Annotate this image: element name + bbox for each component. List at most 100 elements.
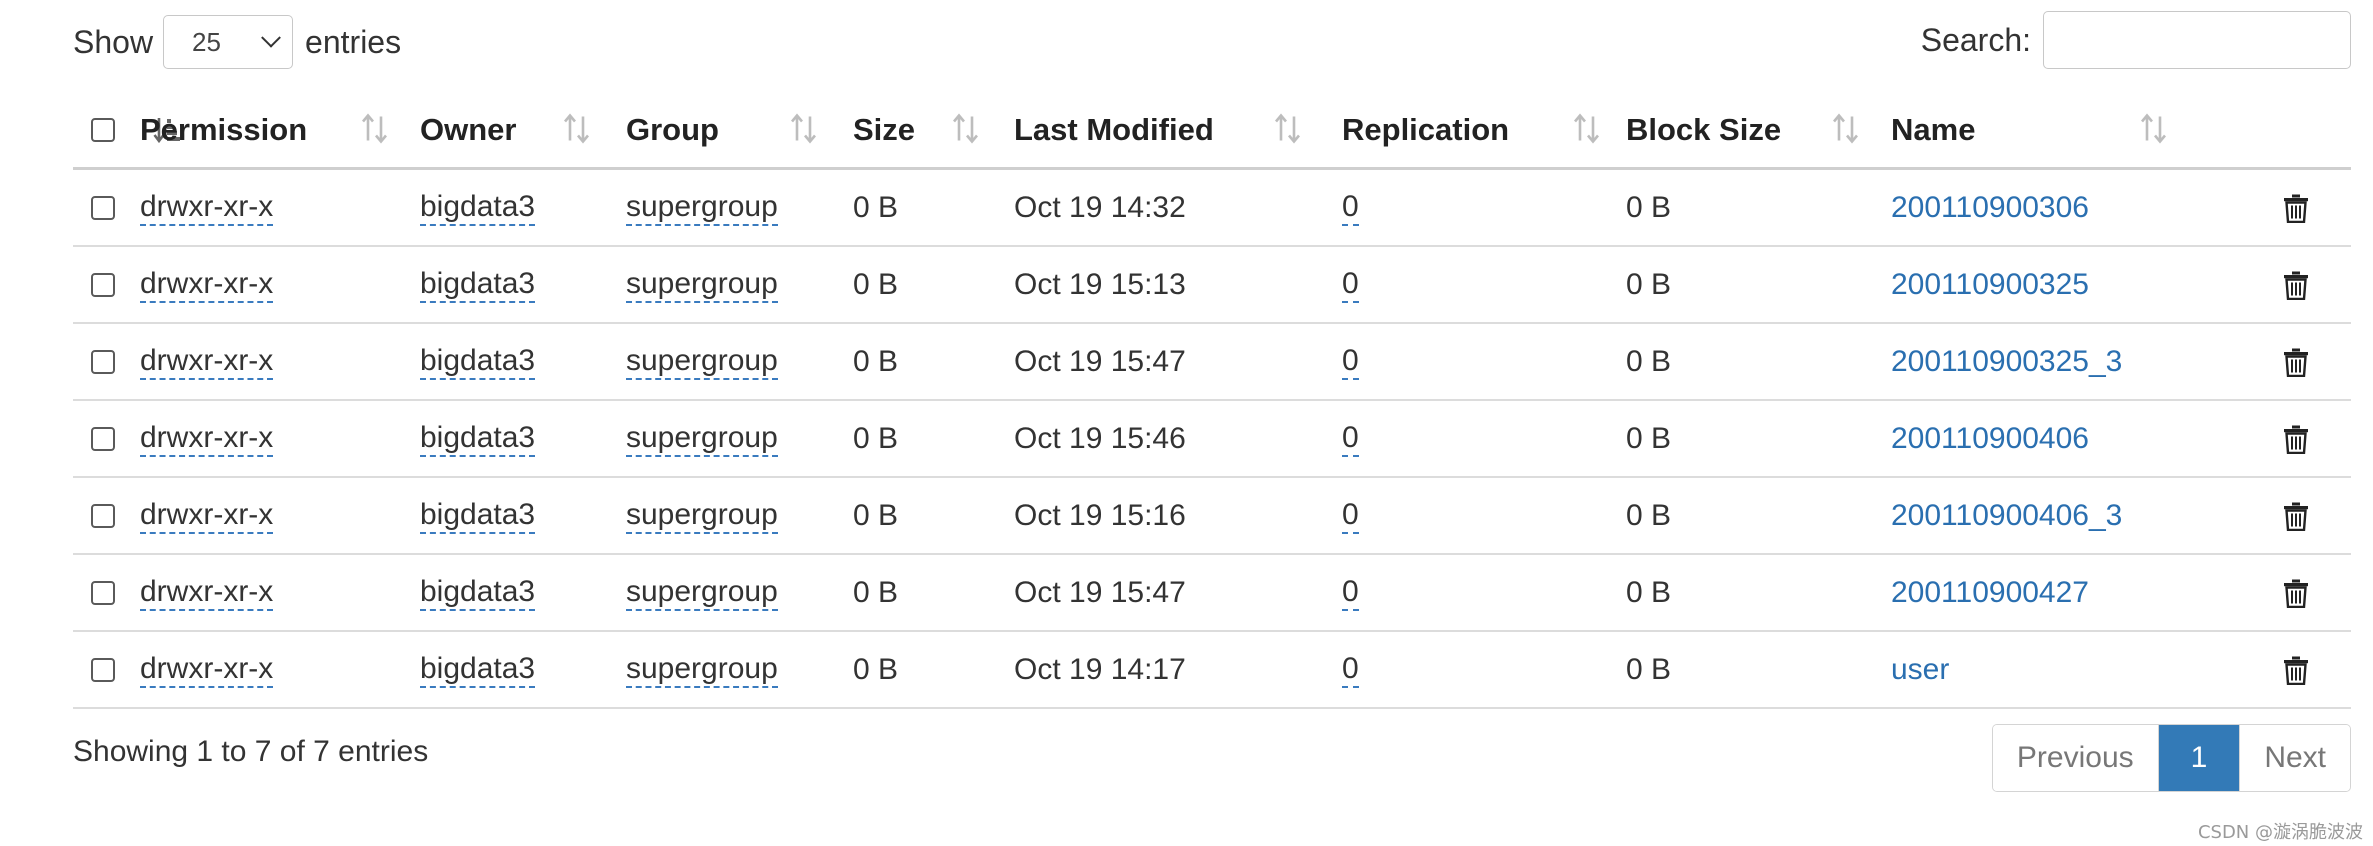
owner-editable[interactable]: bigdata3 xyxy=(420,652,536,688)
row-checkbox[interactable] xyxy=(91,426,115,451)
owner-editable[interactable]: bigdata3 xyxy=(420,190,536,226)
cell-block-size: 0 B xyxy=(1626,247,1671,322)
row-checkbox[interactable] xyxy=(91,195,115,220)
replication-editable[interactable]: 0 xyxy=(1342,652,1359,688)
block-size-value: 0 B xyxy=(1626,267,1672,301)
column-header-owner[interactable]: Owner xyxy=(420,93,516,167)
group-editable[interactable]: supergroup xyxy=(626,652,778,688)
column-header-last-modified[interactable]: Last Modified xyxy=(1014,93,1214,167)
select-all-checkbox[interactable] xyxy=(91,118,115,142)
file-name-link[interactable]: 200110900406 xyxy=(1891,422,2089,456)
cell-size: 0 B xyxy=(853,170,898,245)
entries-per-page-select[interactable]: 25 xyxy=(163,15,294,69)
file-name-link[interactable]: 200110900325 xyxy=(1891,268,2089,302)
file-name-link[interactable]: 200110900427 xyxy=(1891,576,2089,610)
block-size-value: 0 B xyxy=(1626,575,1672,609)
replication-editable[interactable]: 0 xyxy=(1342,498,1359,534)
file-name-link[interactable]: 200110900406_3 xyxy=(1891,499,2122,533)
sort-arrows-icon[interactable] xyxy=(563,113,591,144)
trash-icon[interactable] xyxy=(2283,324,2309,399)
page-1-button[interactable]: 1 xyxy=(2157,725,2240,791)
file-name-link[interactable]: user xyxy=(1891,653,1949,687)
search-control: Search: xyxy=(1921,10,2351,70)
previous-page-button[interactable]: Previous xyxy=(1992,725,2158,791)
length-control: Show 25 entries xyxy=(73,12,401,72)
column-header-group[interactable]: Group xyxy=(626,93,719,167)
block-size-value: 0 B xyxy=(1626,652,1672,686)
size-value: 0 B xyxy=(853,498,899,532)
replication-editable[interactable]: 0 xyxy=(1342,190,1359,226)
last-modified-value: Oct 19 15:13 xyxy=(1014,267,1186,301)
sort-arrows-icon[interactable] xyxy=(361,113,389,144)
column-header-block-size[interactable]: Block Size xyxy=(1626,93,1781,167)
owner-editable[interactable]: bigdata3 xyxy=(420,344,536,380)
permission-editable[interactable]: drwxr-xr-x xyxy=(140,344,274,380)
cell-size: 0 B xyxy=(853,555,898,630)
cell-permission: drwxr-xr-x xyxy=(140,478,274,553)
group-editable[interactable]: supergroup xyxy=(626,190,778,226)
permission-editable[interactable]: drwxr-xr-x xyxy=(140,652,274,688)
group-editable[interactable]: supergroup xyxy=(626,421,778,457)
cell-name: 200110900325_3 xyxy=(1891,324,2122,399)
trash-icon[interactable] xyxy=(2283,555,2309,630)
cell-block-size: 0 B xyxy=(1626,324,1671,399)
owner-editable[interactable]: bigdata3 xyxy=(420,498,536,534)
permission-editable[interactable]: drwxr-xr-x xyxy=(140,421,274,457)
trash-icon[interactable] xyxy=(2283,247,2309,322)
column-header-name[interactable]: Name xyxy=(1891,93,1975,167)
permission-editable[interactable]: drwxr-xr-x xyxy=(140,575,274,611)
owner-editable[interactable]: bigdata3 xyxy=(420,267,536,303)
replication-editable[interactable]: 0 xyxy=(1342,421,1359,457)
file-name-link[interactable]: 200110900306 xyxy=(1891,191,2089,225)
permission-editable[interactable]: drwxr-xr-x xyxy=(140,498,274,534)
row-checkbox[interactable] xyxy=(91,272,115,297)
sort-arrows-icon[interactable] xyxy=(2140,113,2168,144)
last-modified-value: Oct 19 15:47 xyxy=(1014,575,1186,609)
trash-icon[interactable] xyxy=(2283,401,2309,476)
replication-editable[interactable]: 0 xyxy=(1342,267,1359,303)
row-select-cell xyxy=(91,247,115,322)
group-editable[interactable]: supergroup xyxy=(626,344,778,380)
table-header-row: Permission Owner Group Size Last Modified Rep… xyxy=(73,93,2351,170)
sort-arrows-icon[interactable] xyxy=(1274,113,1302,144)
select-all-cell xyxy=(91,93,115,167)
group-editable[interactable]: supergroup xyxy=(626,575,778,611)
permission-editable[interactable]: drwxr-xr-x xyxy=(140,267,274,303)
group-editable[interactable]: supergroup xyxy=(626,498,778,534)
sort-arrows-icon[interactable] xyxy=(952,113,980,144)
next-page-button[interactable]: Next xyxy=(2239,725,2350,791)
row-checkbox[interactable] xyxy=(91,503,115,528)
file-name-link[interactable]: 200110900325_3 xyxy=(1891,345,2122,379)
cell-block-size: 0 B xyxy=(1626,478,1671,553)
cell-name: 200110900325 xyxy=(1891,247,2089,322)
trash-icon[interactable] xyxy=(2283,478,2309,553)
cell-size: 0 B xyxy=(853,632,898,707)
search-input[interactable] xyxy=(2043,11,2351,69)
sort-arrows-icon[interactable] xyxy=(790,113,818,144)
cell-replication: 0 xyxy=(1342,555,1359,630)
size-value: 0 B xyxy=(853,267,899,301)
column-header-size[interactable]: Size xyxy=(853,93,915,167)
cell-name: 200110900406_3 xyxy=(1891,478,2122,553)
row-select-cell xyxy=(91,170,115,245)
row-checkbox[interactable] xyxy=(91,580,115,605)
column-header-permission[interactable]: Permission xyxy=(140,93,307,167)
replication-editable[interactable]: 0 xyxy=(1342,344,1359,380)
row-checkbox[interactable] xyxy=(91,349,115,374)
owner-editable[interactable]: bigdata3 xyxy=(420,421,536,457)
column-header-replication[interactable]: Replication xyxy=(1342,93,1509,167)
group-editable[interactable]: supergroup xyxy=(626,267,778,303)
replication-editable[interactable]: 0 xyxy=(1342,575,1359,611)
cell-last-modified: Oct 19 15:47 xyxy=(1014,555,1186,630)
row-checkbox[interactable] xyxy=(91,657,115,682)
cell-owner: bigdata3 xyxy=(420,247,536,322)
cell-permission: drwxr-xr-x xyxy=(140,170,274,245)
table-row: drwxr-xr-x bigdata3 supergroup 0 B Oct 19 15… xyxy=(73,324,2351,401)
trash-icon[interactable] xyxy=(2283,170,2309,245)
table-row: drwxr-xr-x bigdata3 supergroup 0 B Oct 19 15… xyxy=(73,247,2351,324)
sort-arrows-icon[interactable] xyxy=(1832,113,1860,144)
sort-arrows-icon[interactable] xyxy=(1573,113,1601,144)
trash-icon[interactable] xyxy=(2283,632,2309,707)
permission-editable[interactable]: drwxr-xr-x xyxy=(140,190,274,226)
owner-editable[interactable]: bigdata3 xyxy=(420,575,536,611)
